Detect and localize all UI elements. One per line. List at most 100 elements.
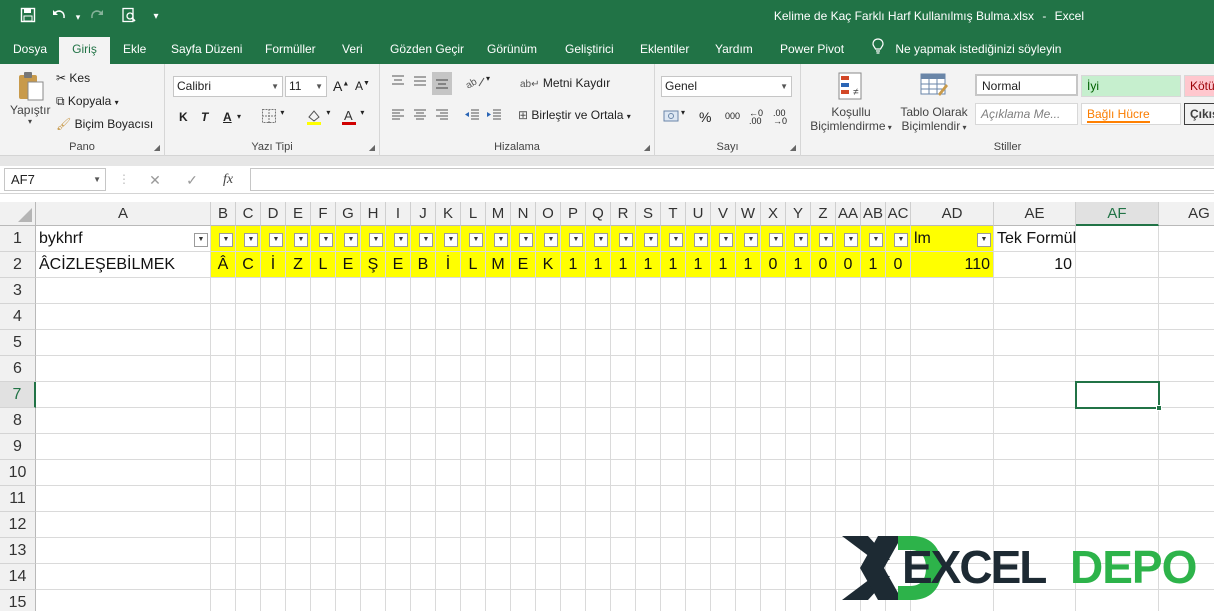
cell[interactable]	[861, 278, 886, 304]
column-header[interactable]: J	[411, 202, 436, 226]
cell[interactable]	[686, 356, 711, 382]
filter-dropdown-icon[interactable]: ▼	[494, 233, 508, 247]
cell[interactable]	[286, 434, 311, 460]
cell[interactable]	[1076, 356, 1159, 382]
cell[interactable]	[886, 382, 911, 408]
cell[interactable]	[461, 356, 486, 382]
cell[interactable]	[736, 460, 761, 486]
cell[interactable]	[661, 304, 686, 330]
cell[interactable]	[211, 486, 236, 512]
flag-cell[interactable]: 0	[886, 252, 911, 278]
cell[interactable]	[736, 564, 761, 590]
cell[interactable]	[461, 460, 486, 486]
tab-ekle[interactable]: Ekle	[113, 34, 156, 64]
style-normal[interactable]: Normal	[975, 74, 1078, 96]
cell[interactable]	[436, 590, 461, 611]
row-header[interactable]: 15	[0, 590, 36, 611]
cell[interactable]	[811, 590, 836, 611]
cell[interactable]	[211, 590, 236, 611]
cell[interactable]	[761, 512, 786, 538]
cell[interactable]	[994, 434, 1076, 460]
cell[interactable]	[911, 278, 994, 304]
cell[interactable]	[511, 460, 536, 486]
cell[interactable]	[211, 278, 236, 304]
cell[interactable]	[386, 486, 411, 512]
cell[interactable]	[311, 486, 336, 512]
dialog-launcher-icon[interactable]: ◢	[790, 143, 796, 152]
cell[interactable]	[1076, 408, 1159, 434]
cell[interactable]	[661, 382, 686, 408]
cell[interactable]	[811, 564, 836, 590]
cell[interactable]	[411, 330, 436, 356]
row-header[interactable]: 12	[0, 512, 36, 538]
filter-dropdown-icon[interactable]: ▼	[569, 233, 583, 247]
cell[interactable]	[861, 356, 886, 382]
row-header[interactable]: 4	[0, 304, 36, 330]
style-linked-cell[interactable]: Bağlı Hücre	[1081, 103, 1181, 125]
cell[interactable]	[661, 590, 686, 611]
cell[interactable]	[761, 330, 786, 356]
cell[interactable]	[861, 408, 886, 434]
cell[interactable]	[736, 538, 761, 564]
cell[interactable]	[786, 538, 811, 564]
cell[interactable]	[1076, 330, 1159, 356]
cell[interactable]	[1159, 330, 1214, 356]
dialog-launcher-icon[interactable]: ◢	[154, 143, 160, 152]
cell[interactable]	[211, 382, 236, 408]
filter-dropdown-icon[interactable]: ▼	[694, 233, 708, 247]
cell[interactable]	[511, 356, 536, 382]
cell[interactable]	[461, 330, 486, 356]
cell[interactable]	[361, 486, 386, 512]
cell[interactable]	[1159, 226, 1214, 252]
cell[interactable]	[336, 408, 361, 434]
flag-cell[interactable]: 1	[786, 252, 811, 278]
cell[interactable]	[736, 330, 761, 356]
cell[interactable]	[36, 538, 211, 564]
cell[interactable]: ▼	[786, 226, 811, 252]
cell[interactable]	[236, 590, 261, 611]
cell[interactable]	[736, 304, 761, 330]
cell[interactable]	[661, 460, 686, 486]
cell[interactable]	[36, 382, 211, 408]
cell[interactable]	[236, 356, 261, 382]
cell[interactable]	[361, 538, 386, 564]
cell[interactable]	[361, 278, 386, 304]
column-header[interactable]: L	[461, 202, 486, 226]
column-header[interactable]: B	[211, 202, 236, 226]
cell[interactable]	[661, 512, 686, 538]
align-middle-icon[interactable]	[412, 74, 428, 91]
cell[interactable]: ▼	[486, 226, 511, 252]
cell[interactable]	[786, 564, 811, 590]
cell[interactable]	[511, 564, 536, 590]
increase-font-icon[interactable]: A▲	[333, 78, 349, 94]
cell[interactable]	[761, 564, 786, 590]
cell[interactable]	[736, 382, 761, 408]
cell[interactable]	[786, 590, 811, 611]
cell[interactable]	[211, 460, 236, 486]
cell[interactable]	[536, 486, 561, 512]
cell[interactable]	[286, 486, 311, 512]
filter-dropdown-icon[interactable]: ▼	[319, 233, 333, 247]
cell[interactable]	[711, 356, 736, 382]
cell[interactable]	[511, 278, 536, 304]
filter-dropdown-icon[interactable]: ▼	[844, 233, 858, 247]
cell[interactable]	[261, 486, 286, 512]
cell[interactable]	[286, 278, 311, 304]
cell[interactable]	[861, 304, 886, 330]
cell[interactable]	[361, 590, 386, 611]
cell[interactable]	[411, 278, 436, 304]
cell[interactable]	[561, 486, 586, 512]
cell[interactable]: ▼	[286, 226, 311, 252]
cell[interactable]	[786, 408, 811, 434]
row-header[interactable]: 10	[0, 460, 36, 486]
cell[interactable]	[261, 330, 286, 356]
cell[interactable]	[411, 382, 436, 408]
column-header[interactable]: E	[286, 202, 311, 226]
borders-icon[interactable]: ▾	[261, 108, 284, 127]
cell[interactable]	[386, 590, 411, 611]
cell[interactable]	[611, 564, 636, 590]
cell[interactable]	[636, 512, 661, 538]
comma-style-button[interactable]: 000	[725, 111, 740, 121]
cell[interactable]	[586, 460, 611, 486]
cell[interactable]	[736, 590, 761, 611]
